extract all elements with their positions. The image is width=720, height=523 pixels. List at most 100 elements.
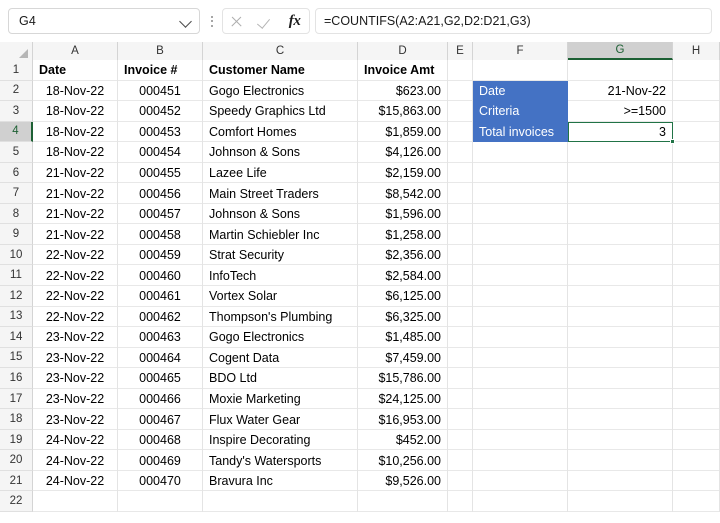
cell-D2[interactable]: $623.00 xyxy=(358,80,448,102)
row-header-21[interactable]: 21 xyxy=(0,470,33,492)
cell-B21[interactable]: 000470 xyxy=(118,470,203,492)
cell-F21[interactable] xyxy=(473,470,568,492)
row-header-6[interactable]: 6 xyxy=(0,162,33,184)
row-header-4[interactable]: 4 xyxy=(0,121,33,143)
column-header-h[interactable]: H xyxy=(673,42,720,60)
cell-E20[interactable] xyxy=(448,450,473,471)
cell-G18[interactable] xyxy=(568,409,673,430)
cell-G13[interactable] xyxy=(568,306,673,328)
more-options-icon[interactable] xyxy=(205,8,219,34)
cell-B13[interactable]: 000462 xyxy=(118,306,203,328)
cell-G5[interactable] xyxy=(568,142,673,163)
cell-C18[interactable]: Flux Water Gear xyxy=(203,409,358,430)
fill-handle[interactable] xyxy=(670,139,675,145)
cell-B8[interactable]: 000457 xyxy=(118,203,203,225)
enter-icon[interactable] xyxy=(254,10,278,32)
cell-E15[interactable] xyxy=(448,347,473,369)
cell-H22[interactable] xyxy=(673,491,720,513)
cell-D6[interactable]: $2,159.00 xyxy=(358,162,448,184)
cell-F14[interactable] xyxy=(473,327,568,348)
cell-E1[interactable] xyxy=(448,60,473,81)
cell-B19[interactable]: 000468 xyxy=(118,429,203,451)
cell-A22[interactable] xyxy=(33,491,118,513)
cell-D1-header-amount[interactable]: Invoice Amt xyxy=(358,60,448,81)
cell-H14[interactable] xyxy=(673,327,720,348)
cell-H15[interactable] xyxy=(673,347,720,369)
cell-H17[interactable] xyxy=(673,388,720,410)
cell-H1[interactable] xyxy=(673,60,720,81)
row-header-20[interactable]: 20 xyxy=(0,450,33,471)
cell-F1[interactable] xyxy=(473,60,568,81)
row-header-5[interactable]: 5 xyxy=(0,142,33,163)
cell-A11[interactable]: 22-Nov-22 xyxy=(33,265,118,287)
row-header-11[interactable]: 11 xyxy=(0,265,33,287)
cell-D4[interactable]: $1,859.00 xyxy=(358,121,448,143)
cell-H5[interactable] xyxy=(673,142,720,163)
cell-D20[interactable]: $10,256.00 xyxy=(358,450,448,471)
cell-F8[interactable] xyxy=(473,203,568,225)
cell-D9[interactable]: $1,258.00 xyxy=(358,224,448,245)
row-header-8[interactable]: 8 xyxy=(0,203,33,225)
row-header-7[interactable]: 7 xyxy=(0,183,33,204)
cell-C2[interactable]: Gogo Electronics xyxy=(203,80,358,102)
cell-C4[interactable]: Comfort Homes xyxy=(203,121,358,143)
cell-D17[interactable]: $24,125.00 xyxy=(358,388,448,410)
cell-A8[interactable]: 21-Nov-22 xyxy=(33,203,118,225)
cell-A12[interactable]: 22-Nov-22 xyxy=(33,286,118,307)
cell-H10[interactable] xyxy=(673,244,720,266)
cell-G6[interactable] xyxy=(568,162,673,184)
cell-E9[interactable] xyxy=(448,224,473,245)
row-header-10[interactable]: 10 xyxy=(0,244,33,266)
cell-C8[interactable]: Johnson & Sons xyxy=(203,203,358,225)
cell-B22[interactable] xyxy=(118,491,203,513)
column-header-e[interactable]: E xyxy=(448,42,473,60)
cell-D21[interactable]: $9,526.00 xyxy=(358,470,448,492)
cell-E11[interactable] xyxy=(448,265,473,287)
cell-C14[interactable]: Gogo Electronics xyxy=(203,327,358,348)
cell-E10[interactable] xyxy=(448,244,473,266)
cell-B5[interactable]: 000454 xyxy=(118,142,203,163)
cell-H3[interactable] xyxy=(673,101,720,122)
cell-B20[interactable]: 000469 xyxy=(118,450,203,471)
cell-A21[interactable]: 24-Nov-22 xyxy=(33,470,118,492)
cell-A17[interactable]: 23-Nov-22 xyxy=(33,388,118,410)
cell-C21[interactable]: Bravura Inc xyxy=(203,470,358,492)
cell-G11[interactable] xyxy=(568,265,673,287)
cell-B16[interactable]: 000465 xyxy=(118,368,203,389)
cell-B18[interactable]: 000467 xyxy=(118,409,203,430)
cell-H11[interactable] xyxy=(673,265,720,287)
row-header-3[interactable]: 3 xyxy=(0,101,33,122)
column-header-g[interactable]: G xyxy=(568,42,673,60)
cell-C20[interactable]: Tandy's Watersports xyxy=(203,450,358,471)
row-header-22[interactable]: 22 xyxy=(0,491,33,513)
cell-B12[interactable]: 000461 xyxy=(118,286,203,307)
cell-C19[interactable]: Inspire Decorating xyxy=(203,429,358,451)
cell-B15[interactable]: 000464 xyxy=(118,347,203,369)
cell-D3[interactable]: $15,863.00 xyxy=(358,101,448,122)
cell-A10[interactable]: 22-Nov-22 xyxy=(33,244,118,266)
select-all-corner[interactable] xyxy=(0,42,33,60)
cell-G8[interactable] xyxy=(568,203,673,225)
cell-E6[interactable] xyxy=(448,162,473,184)
cell-C16[interactable]: BDO Ltd xyxy=(203,368,358,389)
column-header-d[interactable]: D xyxy=(358,42,448,60)
cell-A15[interactable]: 23-Nov-22 xyxy=(33,347,118,369)
cell-A5[interactable]: 18-Nov-22 xyxy=(33,142,118,163)
cell-D16[interactable]: $15,786.00 xyxy=(358,368,448,389)
cell-F7[interactable] xyxy=(473,183,568,204)
row-header-1[interactable]: 1 xyxy=(0,60,33,81)
cell-F9[interactable] xyxy=(473,224,568,245)
cell-G10[interactable] xyxy=(568,244,673,266)
cell-H7[interactable] xyxy=(673,183,720,204)
cell-C10[interactable]: Strat Security xyxy=(203,244,358,266)
cell-B3[interactable]: 000452 xyxy=(118,101,203,122)
cell-B1-header-invoice[interactable]: Invoice # xyxy=(118,60,203,81)
cell-G20[interactable] xyxy=(568,450,673,471)
cell-A2[interactable]: 18-Nov-22 xyxy=(33,80,118,102)
cell-B2[interactable]: 000451 xyxy=(118,80,203,102)
cell-E5[interactable] xyxy=(448,142,473,163)
cell-E14[interactable] xyxy=(448,327,473,348)
cell-E2[interactable] xyxy=(448,80,473,102)
row-header-18[interactable]: 18 xyxy=(0,409,33,430)
cell-G19[interactable] xyxy=(568,429,673,451)
